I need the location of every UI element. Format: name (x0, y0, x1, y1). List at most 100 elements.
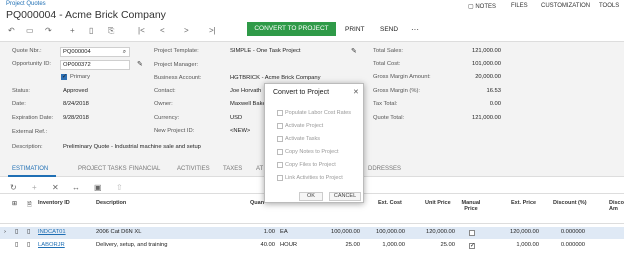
template-label: Project Template: (154, 48, 199, 54)
tab-taxes[interactable]: TAXES (223, 166, 242, 172)
copy-paste-icon[interactable]: ⎘ (108, 24, 114, 37)
notes-link[interactable]: ▢ NOTES (468, 3, 496, 10)
ext-price-cell[interactable]: 120,000.00 (489, 229, 539, 235)
expiration-value[interactable]: 9/28/2018 (63, 115, 89, 121)
checkbox[interactable] (277, 136, 283, 142)
tab-project-tasks[interactable]: PROJECT TASKS (78, 166, 127, 172)
edit-icon[interactable]: ✎ (137, 60, 143, 68)
convert-to-project-button[interactable]: CONVERT TO PROJECT (247, 22, 336, 36)
delete-icon[interactable]: ▯ (89, 24, 93, 37)
discount-pct-cell[interactable]: 0.000000 (545, 229, 585, 235)
total-sales-value: 121,000.00 (471, 48, 501, 54)
save-icon[interactable]: ▭ (26, 24, 34, 37)
notes-icon: ▢ (468, 4, 474, 10)
col-ext-cost[interactable]: Ext. Cost (378, 200, 402, 206)
currency-value[interactable]: USD (230, 115, 242, 121)
expiration-label: Expiration Date: (12, 115, 54, 121)
col-description[interactable]: Description (96, 200, 126, 206)
description-value[interactable]: Preliminary Quote - Industrial machine s… (63, 144, 201, 150)
tools-link[interactable]: TOOLS (599, 3, 619, 9)
first-record-icon[interactable]: |< (138, 24, 145, 37)
contact-value[interactable]: Joe Horvath (230, 88, 261, 94)
customization-link[interactable]: CUSTOMIZATION (541, 3, 590, 9)
template-value[interactable]: SIMPLE - One Task Project (230, 48, 300, 54)
attachment-icon: 🗎 (27, 202, 32, 208)
ext-price-cell[interactable]: 1,000.00 (489, 242, 539, 248)
description-cell[interactable]: Delivery, setup, and training (96, 242, 167, 248)
table-row[interactable]: ▯ ▯ LABORJR Delivery, setup, and trainin… (0, 240, 624, 252)
quote-total-value: 121,000.00 (471, 115, 501, 121)
date-label: Date: (12, 101, 26, 107)
quantity-cell[interactable]: 40.00 (250, 242, 275, 248)
col-ext-price[interactable]: Ext. Price (511, 200, 536, 206)
description-cell[interactable]: 2006 Cat D6N XL (96, 229, 141, 235)
send-button[interactable]: SEND (380, 23, 398, 37)
col-discount-pct[interactable]: Discount (%) (553, 200, 587, 206)
date-value[interactable]: 8/24/2018 (63, 101, 89, 107)
cancel-button[interactable]: CANCEL (329, 192, 361, 201)
col-discount-amount[interactable]: Disco Am (609, 200, 624, 212)
quote-nbr-field[interactable]: PQ000004 ⌕ (60, 47, 130, 57)
opportunity-field[interactable]: OP000372 (60, 60, 130, 70)
col-inventory-id[interactable]: Inventory ID (38, 200, 70, 206)
tab-activities[interactable]: ACTIVITIES (177, 166, 210, 172)
checkbox[interactable] (277, 162, 283, 168)
manual-price-checkbox[interactable] (469, 242, 475, 249)
unit-price-cell[interactable]: 25.00 (405, 242, 455, 248)
tab-financial[interactable]: FINANCIAL (129, 166, 160, 172)
breadcrumb[interactable]: Project Quotes (6, 1, 46, 7)
edit-icon[interactable]: ✎ (351, 47, 357, 55)
uom-cell[interactable]: HOUR (280, 242, 297, 248)
primary-label: Primary (70, 74, 90, 80)
quantity-cell[interactable]: 1.00 (250, 229, 275, 235)
checkbox[interactable] (277, 123, 283, 129)
dialog-title: Convert to Project (273, 89, 330, 96)
discount-pct-cell[interactable]: 0.000000 (545, 242, 585, 248)
business-account-value[interactable]: HGTBRICK - Acme Brick Company (230, 75, 321, 81)
close-icon[interactable]: ✕ (353, 88, 359, 96)
add-icon[interactable]: + (70, 24, 75, 37)
row-attachment-icon: ▯ (15, 229, 19, 235)
status-value: Approved (63, 88, 88, 94)
page: Project Quotes PQ000004 - Acme Brick Com… (0, 0, 624, 269)
manual-price-checkbox[interactable] (469, 230, 475, 236)
primary-checkbox[interactable] (61, 73, 67, 80)
more-menu-button[interactable]: ··· (411, 23, 419, 37)
owner-value[interactable]: Maxwell Bake (230, 101, 266, 107)
row-expand-icon[interactable]: › (4, 229, 6, 235)
print-button[interactable]: PRINT (345, 23, 365, 37)
table-row[interactable]: › ▯ ▯ INDCAT01 2006 Cat D6N XL 1.00 EA 1… (0, 227, 624, 239)
unit-price-cell[interactable]: 120,000.00 (405, 229, 455, 235)
checkbox[interactable] (277, 175, 283, 181)
col-quantity[interactable]: Quan (250, 200, 264, 206)
currency-label: Currency: (154, 115, 180, 121)
checkbox[interactable] (277, 110, 283, 116)
inventory-id-cell[interactable]: INDCAT01 (38, 229, 66, 235)
tab-attributes[interactable]: AT (256, 166, 263, 172)
redo-icon[interactable]: ↷ (45, 24, 52, 37)
unit-cost-cell[interactable]: 100,000.00 (310, 229, 360, 235)
last-record-icon[interactable]: >| (209, 24, 216, 37)
tab-addresses[interactable]: DDRESSES (368, 166, 401, 172)
col-manual-price[interactable]: Manual Price (459, 200, 483, 212)
ok-button[interactable]: OK (299, 192, 323, 201)
files-link[interactable]: FILES (511, 3, 528, 9)
next-record-icon[interactable]: > (184, 24, 189, 37)
quote-nbr-label: Quote Nbr.: (12, 48, 42, 54)
uom-cell[interactable]: EA (280, 229, 288, 235)
tab-estimation[interactable]: ESTIMATION (12, 166, 48, 172)
gm-amount-label: Gross Margin Amount: (373, 74, 431, 80)
col-unit-price[interactable]: Unit Price (425, 200, 451, 206)
row-attachment-icon: ▯ (15, 242, 19, 248)
new-project-value[interactable]: <NEW> (230, 128, 250, 134)
inventory-id-cell[interactable]: LABORJR (38, 242, 65, 248)
row-note-icon: ▯ (27, 242, 31, 248)
unit-cost-cell[interactable]: 25.00 (310, 242, 360, 248)
undo-icon[interactable]: ↶ (8, 24, 15, 37)
quote-total-label: Quote Total: (373, 115, 405, 121)
checkbox[interactable] (277, 149, 283, 155)
search-icon[interactable]: ⌕ (123, 48, 126, 56)
ext-cost-cell[interactable]: 100,000.00 (355, 229, 405, 235)
ext-cost-cell[interactable]: 1,000.00 (355, 242, 405, 248)
prev-record-icon[interactable]: < (160, 24, 165, 37)
